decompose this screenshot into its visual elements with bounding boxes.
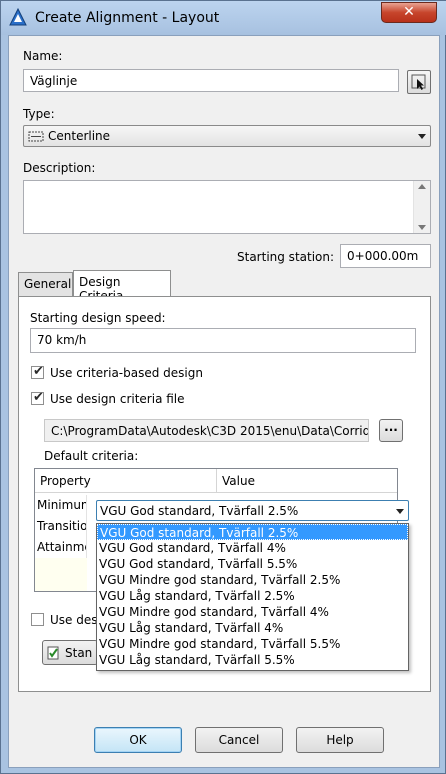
grid-cell-property: Minimum xyxy=(35,495,87,516)
name-value: Väglinje xyxy=(30,74,78,88)
centerline-icon xyxy=(28,131,44,142)
dropdown-option[interactable]: VGU God standard, Tvärfall 5.5% xyxy=(97,556,408,572)
use-design-check-set-label: Use des xyxy=(50,613,98,627)
criteria-file-path-field[interactable]: C:\ProgramData\Autodesk\C3D 2015\enu\Dat… xyxy=(44,419,369,442)
window-title: Create Alignment - Layout xyxy=(35,10,220,26)
scroll-up-icon xyxy=(418,184,426,189)
starting-design-speed-label: Starting design speed: xyxy=(30,311,166,325)
design-speed-value: 70 km/h xyxy=(37,333,87,347)
dropdown-option[interactable]: VGU God standard, Tvärfall 4% xyxy=(97,540,408,556)
dropdown-option[interactable]: VGU God standard, Tvärfall 2.5% xyxy=(97,524,408,540)
close-icon: ✕ xyxy=(403,4,415,20)
help-button-label: Help xyxy=(326,733,354,747)
checkmark-icon: ✔ xyxy=(33,364,44,379)
dropdown-option[interactable]: VGU Mindre god standard, Tvärfall 4% xyxy=(97,604,408,620)
ok-button[interactable]: OK xyxy=(94,727,182,753)
type-label: Type: xyxy=(23,107,55,121)
chevron-down-icon xyxy=(396,508,404,514)
criteria-file-path-value: C:\ProgramData\Autodesk\C3D 2015\enu\Dat… xyxy=(51,424,369,438)
default-criteria-label: Default criteria: xyxy=(44,449,139,463)
use-design-criteria-file-label: Use design criteria file xyxy=(50,392,185,406)
grid-header: Property Value xyxy=(35,469,397,493)
pick-from-drawing-button[interactable] xyxy=(407,70,431,94)
scroll-down-icon xyxy=(418,225,426,230)
name-input[interactable]: Väglinje xyxy=(23,69,399,92)
standard-button-label: Stan xyxy=(65,646,93,660)
standard-button[interactable]: Stan xyxy=(42,640,98,665)
grid-empty-area xyxy=(35,558,87,591)
close-button[interactable]: ✕ xyxy=(381,2,437,23)
tab-general[interactable]: General xyxy=(18,272,73,296)
help-button[interactable]: Help xyxy=(296,727,384,753)
type-value: Centerline xyxy=(48,129,111,143)
minimum-criteria-value: VGU God standard, Tvärfall 2.5% xyxy=(100,504,299,518)
use-design-check-set-checkbox[interactable] xyxy=(31,613,44,626)
dropdown-option[interactable]: VGU Låg standard, Tvärfall 5.5% xyxy=(97,652,408,668)
dropdown-option[interactable]: VGU Mindre god standard, Tvärfall 5.5% xyxy=(97,636,408,652)
dialog-client-area: Name: Väglinje Type: Centerline Descript… xyxy=(8,35,440,768)
tab-general-label: General xyxy=(24,277,72,291)
criteria-dropdown-list[interactable]: VGU God standard, Tvärfall 2.5% VGU God … xyxy=(96,523,409,671)
pick-cursor-icon xyxy=(411,74,426,90)
ellipsis-icon: ... xyxy=(384,420,398,434)
grid-header-property[interactable]: Property xyxy=(35,469,217,493)
name-label: Name: xyxy=(23,49,63,63)
starting-station-value: 0+000.00m xyxy=(347,249,419,263)
browse-criteria-file-button[interactable]: ... xyxy=(379,419,403,442)
tab-design-criteria[interactable]: Design Criteria xyxy=(73,270,171,303)
dropdown-option[interactable]: VGU Mindre god standard, Tvärfall 2.5% xyxy=(97,572,408,588)
checkmark-icon: ✔ xyxy=(33,390,44,405)
autocad-civil3d-icon xyxy=(9,8,27,26)
use-criteria-based-design-checkbox[interactable]: ✔ xyxy=(31,364,44,379)
chevron-down-icon xyxy=(418,134,426,139)
description-input[interactable] xyxy=(23,180,431,234)
design-speed-input[interactable]: 70 km/h xyxy=(30,328,416,353)
minimum-criteria-select[interactable]: VGU God standard, Tvärfall 2.5% xyxy=(96,500,409,521)
grid-cell-property: Transitio xyxy=(35,516,87,537)
ok-button-label: OK xyxy=(129,733,147,747)
check-list-icon xyxy=(47,646,59,660)
grid-header-value[interactable]: Value xyxy=(217,469,398,493)
starting-station-input[interactable]: 0+000.00m xyxy=(340,244,431,268)
description-label: Description: xyxy=(23,161,96,175)
starting-station-label: Starting station: xyxy=(237,250,335,264)
title-bar[interactable]: Create Alignment - Layout ✕ xyxy=(1,1,446,35)
use-criteria-based-design-label: Use criteria-based design xyxy=(50,366,203,380)
dropdown-option[interactable]: VGU Låg standard, Tvärfall 4% xyxy=(97,620,408,636)
grid-cell-property: Attainme xyxy=(35,537,87,558)
description-scrollbar[interactable] xyxy=(413,181,430,233)
type-select[interactable]: Centerline xyxy=(23,125,431,147)
dropdown-option[interactable]: VGU Låg standard, Tvärfall 2.5% xyxy=(97,588,408,604)
dialog-window: Create Alignment - Layout ✕ Name: Väglin… xyxy=(0,0,446,774)
cancel-button[interactable]: Cancel xyxy=(195,727,283,753)
cancel-button-label: Cancel xyxy=(218,733,260,747)
use-design-criteria-file-checkbox[interactable]: ✔ xyxy=(31,390,44,405)
